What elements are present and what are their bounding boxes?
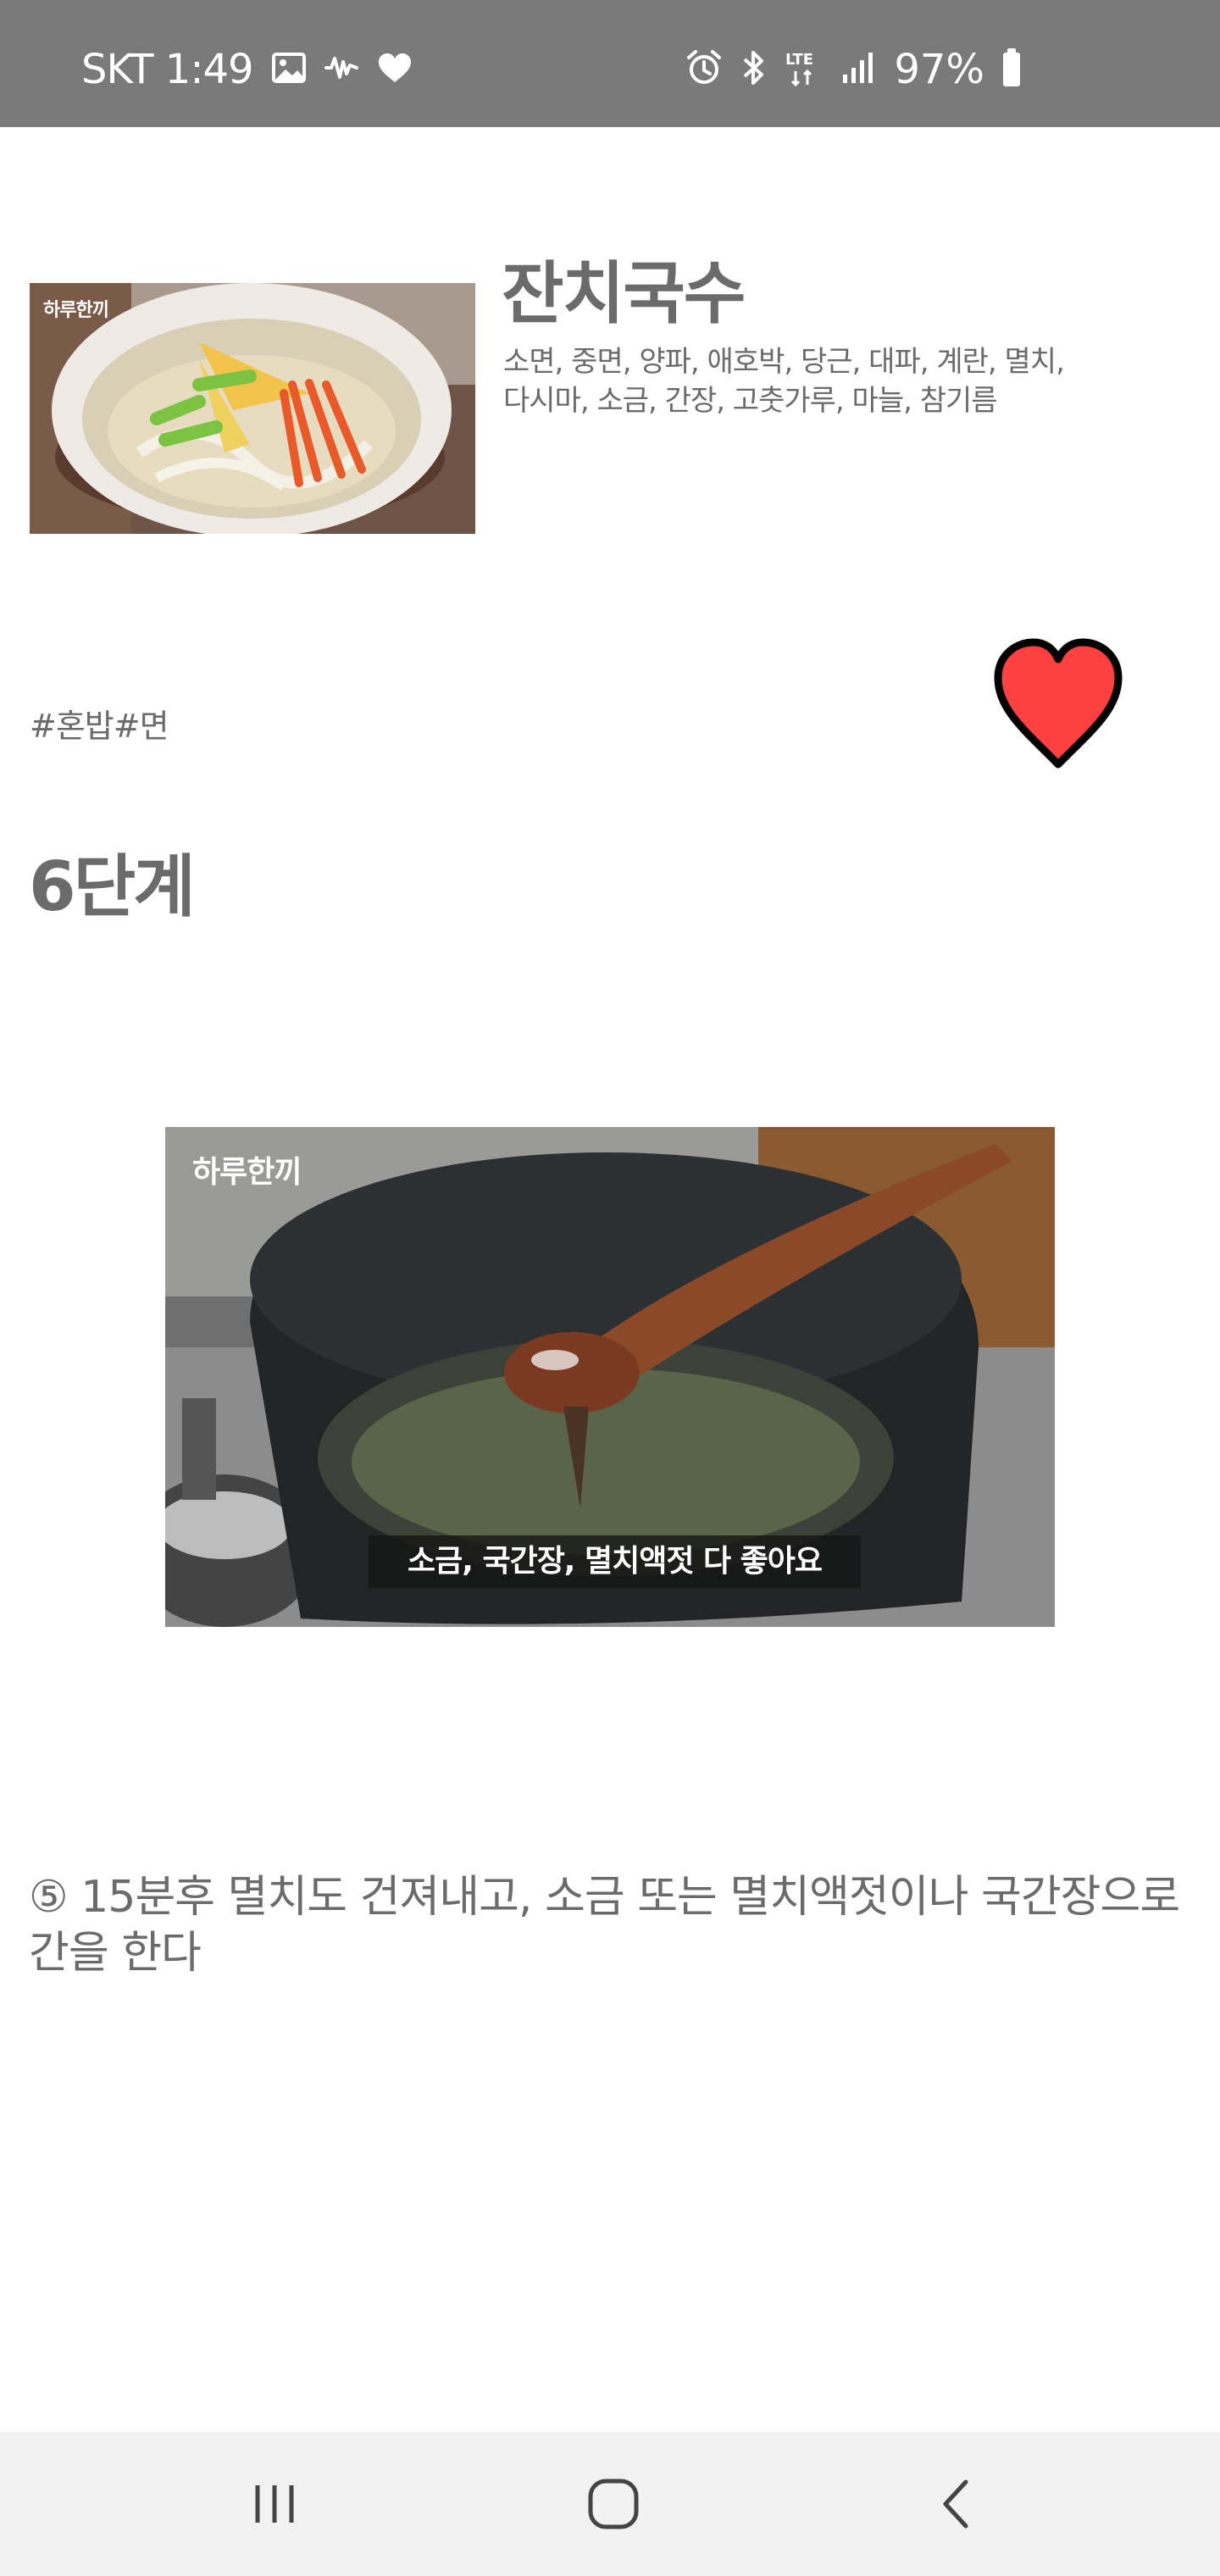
- step-image[interactable]: 하루한끼 소금, 국간장, 멸치액젓 다 좋아요: [165, 1127, 1055, 1627]
- step-image-brand: 하루한끼: [192, 1155, 302, 1190]
- heart-icon: [377, 52, 413, 87]
- status-bar: SKT 1:49 LTE 97%: [0, 0, 1220, 127]
- navigation-bar: [0, 2432, 1220, 2576]
- bluetooth-icon: [741, 49, 767, 90]
- alarm-icon: [685, 49, 723, 90]
- step-title: 6단계: [29, 847, 196, 926]
- instruction-line-1: ⑤ 15분후 멸치도 건져내고, 소금 또는 멸치액젓이나 국간장으로: [29, 1872, 1180, 1923]
- heart-icon: [994, 638, 1123, 769]
- status-right: LTE 97%: [685, 46, 1020, 93]
- recent-apps-icon: [255, 2485, 294, 2523]
- signal-icon: [841, 51, 875, 88]
- thumbnail-brand: 하루한끼: [43, 300, 109, 321]
- voicemail-icon: [324, 55, 358, 84]
- battery-icon: [1003, 48, 1020, 86]
- step-instruction: ⑤ 15분후 멸치도 건져내고, 소금 또는 멸치액젓이나 국간장으로 간을 한…: [29, 1869, 1198, 1981]
- ingredient-list: 소면, 중면, 양파, 애호박, 당근, 대파, 계란, 멸치, 다시마, 소금…: [503, 342, 1130, 420]
- instruction-line-2: 간을 한다: [29, 1928, 202, 1979]
- gallery-icon: [271, 53, 306, 86]
- battery-percent: 97%: [894, 46, 984, 93]
- recipe-title: 잔치국수: [502, 254, 746, 333]
- step-image-caption: 소금, 국간장, 멸치액젓 다 좋아요: [369, 1535, 862, 1588]
- ingredient-line-2: 다시마, 소금, 간장, 고춧가루, 마늘, 참기름: [503, 384, 998, 418]
- recipe-thumbnail[interactable]: 하루한끼: [30, 283, 475, 534]
- recent-apps-button[interactable]: [190, 2432, 359, 2576]
- back-icon: [943, 2479, 968, 2529]
- favorite-button[interactable]: [993, 637, 1123, 773]
- back-button[interactable]: [871, 2432, 1040, 2576]
- home-button[interactable]: [529, 2432, 698, 2576]
- status-left: SKT 1:49: [81, 49, 413, 90]
- carrier-time: SKT 1:49: [81, 46, 254, 93]
- recipe-tags[interactable]: #혼밥#면: [30, 700, 169, 747]
- svg-text:LTE: LTE: [785, 51, 813, 69]
- lte-icon: LTE: [785, 49, 823, 90]
- home-icon: [588, 2479, 639, 2529]
- ingredient-line-1: 소면, 중면, 양파, 애호박, 당근, 대파, 계란, 멸치,: [503, 345, 1065, 379]
